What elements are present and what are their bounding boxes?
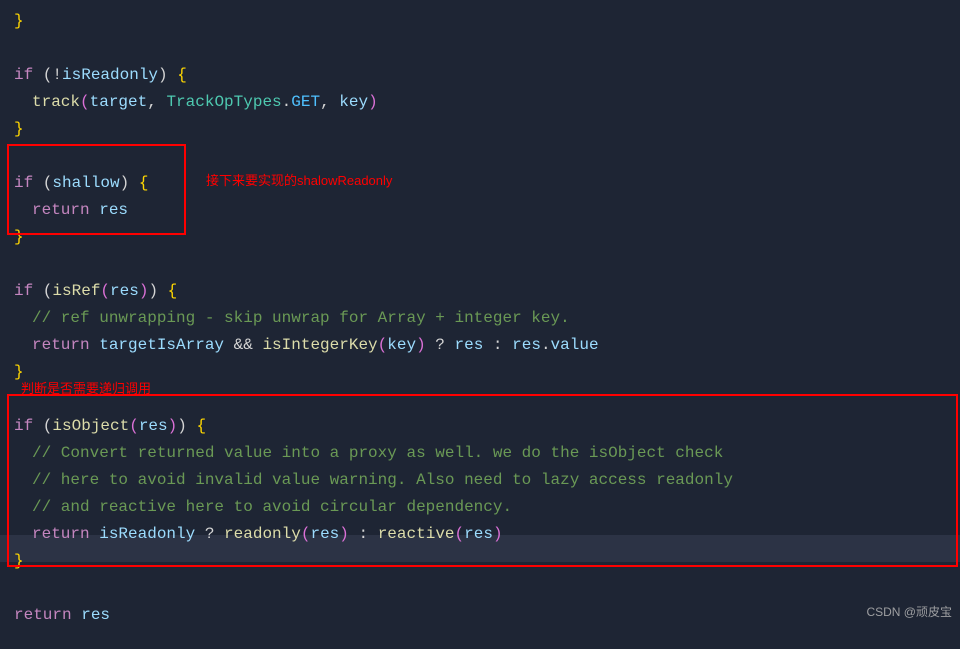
code-line: } — [14, 548, 946, 575]
code-line-blank — [14, 143, 946, 170]
keyword-if: if — [14, 174, 33, 192]
keyword-if: if — [14, 282, 33, 300]
comment: // and reactive here to avoid circular d… — [32, 498, 512, 516]
comment: // ref unwrapping - skip unwrap for Arra… — [32, 309, 570, 327]
watermark: CSDN @顽皮宝 — [866, 599, 952, 626]
function-call: isRef — [52, 282, 100, 300]
comment: // here to avoid invalid value warning. … — [32, 471, 733, 489]
code-line-blank — [14, 575, 946, 602]
code-line: return isReadonly ? readonly(res) : reac… — [14, 521, 946, 548]
keyword-return: return — [32, 0, 90, 3]
keyword-return: return — [14, 606, 72, 624]
brace: { — [196, 417, 206, 435]
function-call: track — [32, 93, 80, 111]
brace: { — [168, 282, 178, 300]
code-line: if (!isReadonly) { — [14, 62, 946, 89]
code-line: return res — [14, 0, 946, 8]
brace: { — [177, 66, 187, 84]
code-line-blank — [14, 251, 946, 278]
property: GET — [291, 93, 320, 111]
variable: isReadonly — [62, 66, 158, 84]
variable: shallow — [52, 174, 119, 192]
code-line: if (isRef(res)) { — [14, 278, 946, 305]
code-line: return targetIsArray && isIntegerKey(key… — [14, 332, 946, 359]
code-line: return res — [14, 197, 946, 224]
code-line-blank — [14, 35, 946, 62]
function-call: reactive — [378, 525, 455, 543]
keyword-return: return — [32, 201, 90, 219]
keyword-return: return — [32, 525, 90, 543]
code-line-blank — [14, 386, 946, 413]
code-line: } — [14, 224, 946, 251]
brace: } — [14, 228, 24, 246]
code-line: return res — [14, 602, 946, 629]
brace: } — [14, 12, 24, 30]
brace: } — [14, 120, 24, 138]
code-line: // here to avoid invalid value warning. … — [14, 467, 946, 494]
keyword-return: return — [32, 336, 90, 354]
brace: { — [139, 174, 149, 192]
comment: // Convert returned value into a proxy a… — [32, 444, 723, 462]
code-line: // ref unwrapping - skip unwrap for Arra… — [14, 305, 946, 332]
brace: } — [14, 552, 24, 570]
code-line: } — [14, 359, 946, 386]
function-call: readonly — [224, 525, 301, 543]
code-line: track(target, TrackOpTypes.GET, key) — [14, 89, 946, 116]
keyword-if: if — [14, 417, 33, 435]
code-line: // Convert returned value into a proxy a… — [14, 440, 946, 467]
type: TrackOpTypes — [166, 93, 281, 111]
annotation-text-shallow: 接下来要实现的shalowReadonly — [206, 167, 392, 194]
code-line: if (shallow) { — [14, 170, 946, 197]
keyword-if: if — [14, 66, 33, 84]
function-call: isObject — [52, 417, 129, 435]
code-editor[interactable]: return res } if (!isReadonly) { track(ta… — [0, 0, 960, 629]
variable: res — [72, 606, 110, 624]
variable: res — [90, 0, 128, 3]
code-line: } — [14, 8, 946, 35]
code-line: if (isObject(res)) { — [14, 413, 946, 440]
variable: res — [90, 201, 128, 219]
property: value — [551, 336, 599, 354]
annotation-text-recursive: 判断是否需要递归调用 — [21, 375, 151, 402]
code-line: // and reactive here to avoid circular d… — [14, 494, 946, 521]
code-line: } — [14, 116, 946, 143]
function-call: isIntegerKey — [262, 336, 377, 354]
